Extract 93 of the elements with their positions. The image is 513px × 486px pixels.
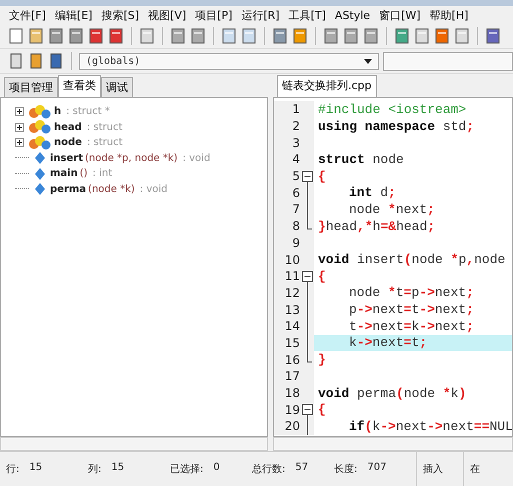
code-line: k->next=t; (348, 335, 428, 350)
code-line: t->next=k->next; (348, 318, 474, 334)
code-line: node *next; (348, 202, 435, 217)
expand-icon[interactable] (15, 107, 24, 116)
file-tab[interactable]: 链表交换排列.cpp (277, 75, 377, 97)
line-number: 6 (291, 186, 300, 200)
code-line: using namespace std; (317, 118, 474, 134)
menu-item[interactable]: 工具[T] (286, 8, 332, 22)
code-line: void perma(node *k) (317, 386, 466, 401)
line-number: 15 (284, 336, 300, 350)
code-line: { (317, 268, 326, 284)
scope-dropdown[interactable]: (globals) (79, 52, 379, 70)
line-number: 3 (291, 136, 300, 150)
signature-text: (node *p, node *k) (85, 152, 178, 164)
line-number: 11 (284, 269, 300, 284)
type-text: : struct (86, 122, 122, 133)
status-label: 行: (6, 463, 20, 476)
code-line: { (317, 168, 326, 184)
menu-item[interactable]: 编辑[E] (52, 8, 98, 22)
function-icon (35, 168, 45, 180)
expand-icon[interactable] (15, 138, 24, 148)
panel-tab[interactable]: 项目管理 (4, 77, 58, 97)
code-line: struct node (317, 152, 404, 167)
status-label: 插入 (423, 462, 443, 476)
struct-icon (28, 136, 52, 150)
class-tree-item[interactable]: main (50, 168, 78, 180)
line-number: 16 (284, 352, 300, 367)
type-text: : void (140, 184, 168, 195)
function-icon (35, 152, 45, 164)
status-label: 已选择: (170, 462, 204, 476)
class-tree-item[interactable]: head (54, 122, 82, 133)
status-value: 15 (111, 462, 124, 475)
fold-icon[interactable] (302, 401, 313, 418)
menu-item[interactable]: 文件[F] (6, 8, 52, 22)
class-tree-item[interactable]: node (54, 137, 82, 148)
menu-item[interactable]: 视图[V] (145, 8, 192, 22)
menu-item[interactable]: 搜索[S] (98, 8, 146, 22)
status-label: 列: (88, 463, 102, 476)
line-number: 19 (284, 402, 300, 417)
code-line: int d; (348, 185, 396, 200)
line-number: 9 (291, 236, 300, 250)
code-line: if(k->next->next==NUL (348, 418, 512, 434)
code-line: void insert(node *p,node (317, 252, 506, 268)
line-number: 2 (291, 119, 300, 134)
line-number: 18 (284, 386, 300, 400)
status-value: 57 (295, 462, 308, 475)
code-line: p->next=t->next; (348, 302, 474, 318)
line-number: 8 (291, 219, 300, 234)
line-number: 10 (284, 252, 300, 267)
struct-icon (28, 104, 52, 119)
code-line: { (317, 402, 326, 418)
menu-item[interactable]: 帮助[H] (426, 8, 474, 22)
line-number: 5 (291, 169, 300, 184)
status-value: 0 (213, 462, 220, 475)
status-label: 在 (470, 463, 480, 476)
status-value: 707 (367, 462, 386, 475)
expand-icon[interactable] (15, 122, 24, 132)
signature-text: () (80, 168, 88, 180)
code-line: }head,*h=&head; (317, 218, 436, 234)
class-tree-item[interactable]: insert (50, 152, 83, 164)
menu-item[interactable]: 运行[R] (238, 8, 286, 22)
code-line: #include <iostream> (317, 102, 466, 117)
status-label: 总行数: (252, 462, 286, 476)
class-tree-item[interactable]: perma (50, 184, 86, 195)
line-number: 17 (284, 369, 300, 384)
type-text: : struct * (66, 106, 110, 118)
line-number: 12 (284, 286, 300, 300)
code-editor[interactable] (273, 97, 513, 437)
scrollbar[interactable] (273, 437, 513, 451)
type-text: : int (92, 168, 112, 180)
status-label: 长度: (334, 462, 358, 476)
panel-tab[interactable]: 查看类 (58, 75, 101, 97)
function-icon (35, 183, 45, 196)
class-tree-item[interactable]: h (54, 106, 62, 118)
struct-icon (28, 120, 52, 134)
line-number: 1 (291, 102, 300, 116)
dropdown-arrow-icon (364, 58, 372, 64)
scrollbar[interactable] (0, 437, 268, 451)
menu-item[interactable]: AStyle (332, 8, 376, 22)
panel-tab[interactable]: 调试 (101, 77, 133, 97)
line-number: 20 (284, 419, 300, 434)
menu-item[interactable]: 窗口[W] (376, 8, 427, 22)
code-line: node *t=p->next; (348, 285, 474, 300)
type-text: : struct (86, 137, 122, 148)
status-value: 15 (29, 462, 42, 475)
line-number: 13 (284, 302, 300, 317)
signature-text: (node *k) (88, 184, 135, 195)
line-number: 4 (291, 152, 300, 166)
line-number: 7 (291, 202, 300, 216)
type-text: : void (182, 152, 210, 164)
line-number: 14 (284, 319, 300, 334)
menu-item[interactable]: 项目[P] (192, 8, 238, 22)
code-line: } (317, 352, 326, 368)
